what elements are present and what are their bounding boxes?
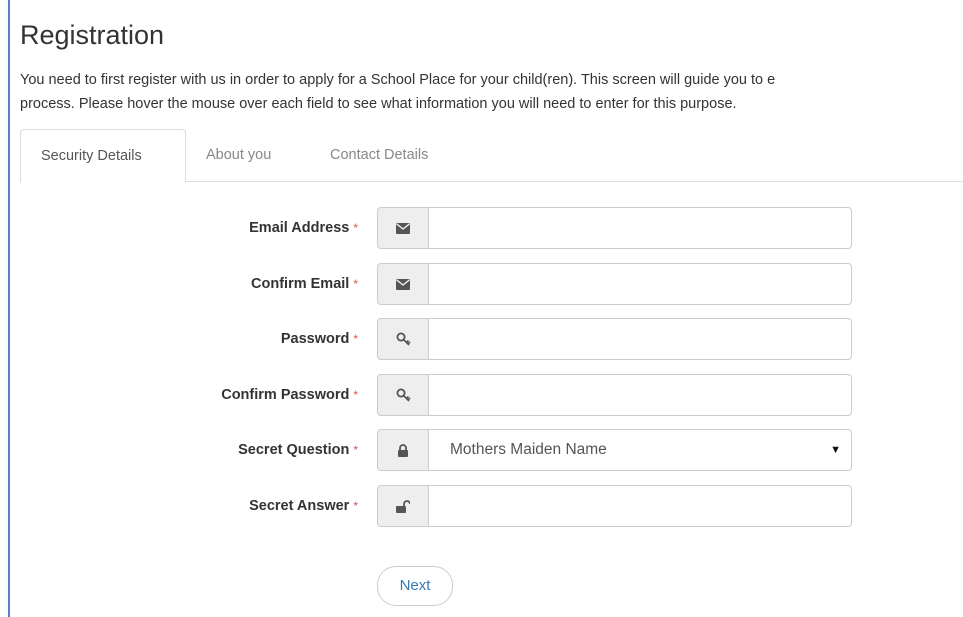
confirm-password-row: Confirm Password * bbox=[0, 374, 963, 416]
email-address-label: Email Address * bbox=[249, 207, 358, 249]
intro-line-2: process. Please hover the mouse over eac… bbox=[20, 96, 737, 112]
required-marker: * bbox=[353, 332, 358, 346]
key-icon bbox=[377, 374, 429, 416]
envelope-icon bbox=[377, 263, 429, 305]
secret-question-select[interactable]: Mothers Maiden Name ▼ bbox=[428, 429, 852, 471]
email-address-row: Email Address * bbox=[0, 207, 963, 249]
tab-contact-details[interactable]: Contact Details bbox=[310, 129, 448, 181]
chevron-down-icon: ▼ bbox=[830, 444, 841, 456]
email-address-field[interactable] bbox=[428, 207, 852, 249]
next-button[interactable]: Next bbox=[377, 566, 453, 606]
password-label-text: Password bbox=[280, 331, 350, 347]
required-marker: * bbox=[353, 443, 358, 457]
confirm-password-input[interactable] bbox=[429, 375, 851, 415]
confirm-email-label: Confirm Email * bbox=[251, 263, 358, 305]
confirm-password-label: Confirm Password * bbox=[221, 374, 358, 416]
password-label: Password * bbox=[281, 318, 358, 360]
secret-question-row: Secret Question * Mothers Maiden Name ▼ bbox=[0, 429, 963, 471]
confirm-email-field[interactable] bbox=[428, 263, 852, 305]
password-input[interactable] bbox=[429, 319, 851, 359]
lock-icon bbox=[377, 429, 429, 471]
tab-bar: Security Details About you Contact Detai… bbox=[20, 129, 963, 183]
secret-answer-field[interactable] bbox=[428, 485, 852, 527]
required-marker: * bbox=[353, 277, 358, 291]
secret-question-selected: Mothers Maiden Name bbox=[450, 441, 607, 458]
email-address-input[interactable] bbox=[429, 208, 851, 248]
password-field[interactable] bbox=[428, 318, 852, 360]
required-marker: * bbox=[353, 221, 358, 235]
confirm-email-label-text: Confirm Email bbox=[251, 276, 350, 292]
secret-answer-input[interactable] bbox=[429, 486, 851, 526]
envelope-icon bbox=[377, 207, 429, 249]
secret-answer-row: Secret Answer * bbox=[0, 485, 963, 527]
email-address-label-text: Email Address bbox=[249, 220, 350, 236]
confirm-password-field[interactable] bbox=[428, 374, 852, 416]
secret-question-label: Secret Question * bbox=[238, 429, 358, 471]
password-row: Password * bbox=[0, 318, 963, 360]
key-icon bbox=[377, 318, 429, 360]
confirm-password-label-text: Confirm Password bbox=[221, 387, 350, 403]
confirm-email-input[interactable] bbox=[429, 264, 851, 304]
secret-question-label-text: Secret Question bbox=[238, 442, 350, 458]
required-marker: * bbox=[353, 499, 358, 513]
required-marker: * bbox=[353, 388, 358, 402]
intro-line-1: You need to first register with us in or… bbox=[20, 72, 776, 88]
unlock-icon bbox=[377, 485, 429, 527]
tab-about-you[interactable]: About you bbox=[186, 129, 291, 181]
secret-answer-label-text: Secret Answer bbox=[249, 498, 350, 514]
intro-text: You need to first register with us in or… bbox=[20, 68, 963, 116]
confirm-email-row: Confirm Email * bbox=[0, 263, 963, 305]
secret-answer-label: Secret Answer * bbox=[249, 485, 358, 527]
page-title: Registration bbox=[20, 20, 165, 50]
tab-security-details[interactable]: Security Details bbox=[20, 129, 186, 183]
